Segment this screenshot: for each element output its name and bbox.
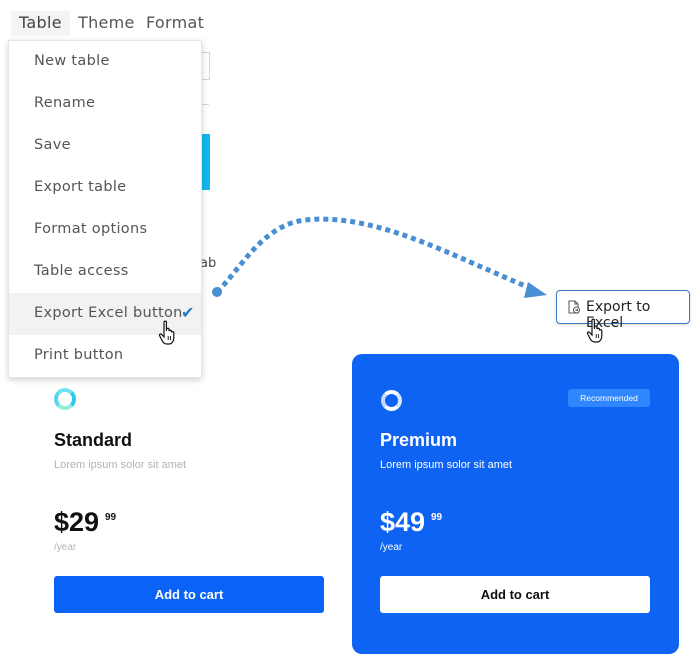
pricing-card-standard: Standard Lorem ipsum solor sit amet $29 … — [30, 354, 350, 648]
plan-price: $29 — [54, 507, 100, 537]
plan-title: Premium — [380, 430, 458, 450]
export-to-excel-button[interactable]: Export to Excel — [556, 290, 690, 331]
recommended-badge: Recommended — [568, 389, 650, 407]
plan-price: $49 — [380, 507, 426, 537]
export-file-icon — [568, 300, 580, 314]
plan-price-cents: 99 — [431, 512, 443, 523]
plan-subtitle: Lorem ipsum solor sit amet — [54, 459, 187, 471]
hand-cursor-icon — [586, 318, 603, 343]
plan-subtitle: Lorem ipsum solor sit amet — [380, 459, 513, 471]
pricing-card-premium: Recommended Premium Lorem ipsum solor si… — [352, 354, 679, 654]
add-to-cart-button[interactable]: Add to cart — [54, 576, 324, 613]
plan-price-cents: 99 — [105, 512, 117, 523]
plan-title: Standard — [54, 430, 133, 450]
ring-icon — [381, 390, 402, 411]
add-to-cart-button[interactable]: Add to cart — [380, 576, 650, 613]
plan-period: /year — [54, 542, 77, 553]
plan-period: /year — [380, 542, 403, 553]
ring-icon — [54, 388, 76, 410]
